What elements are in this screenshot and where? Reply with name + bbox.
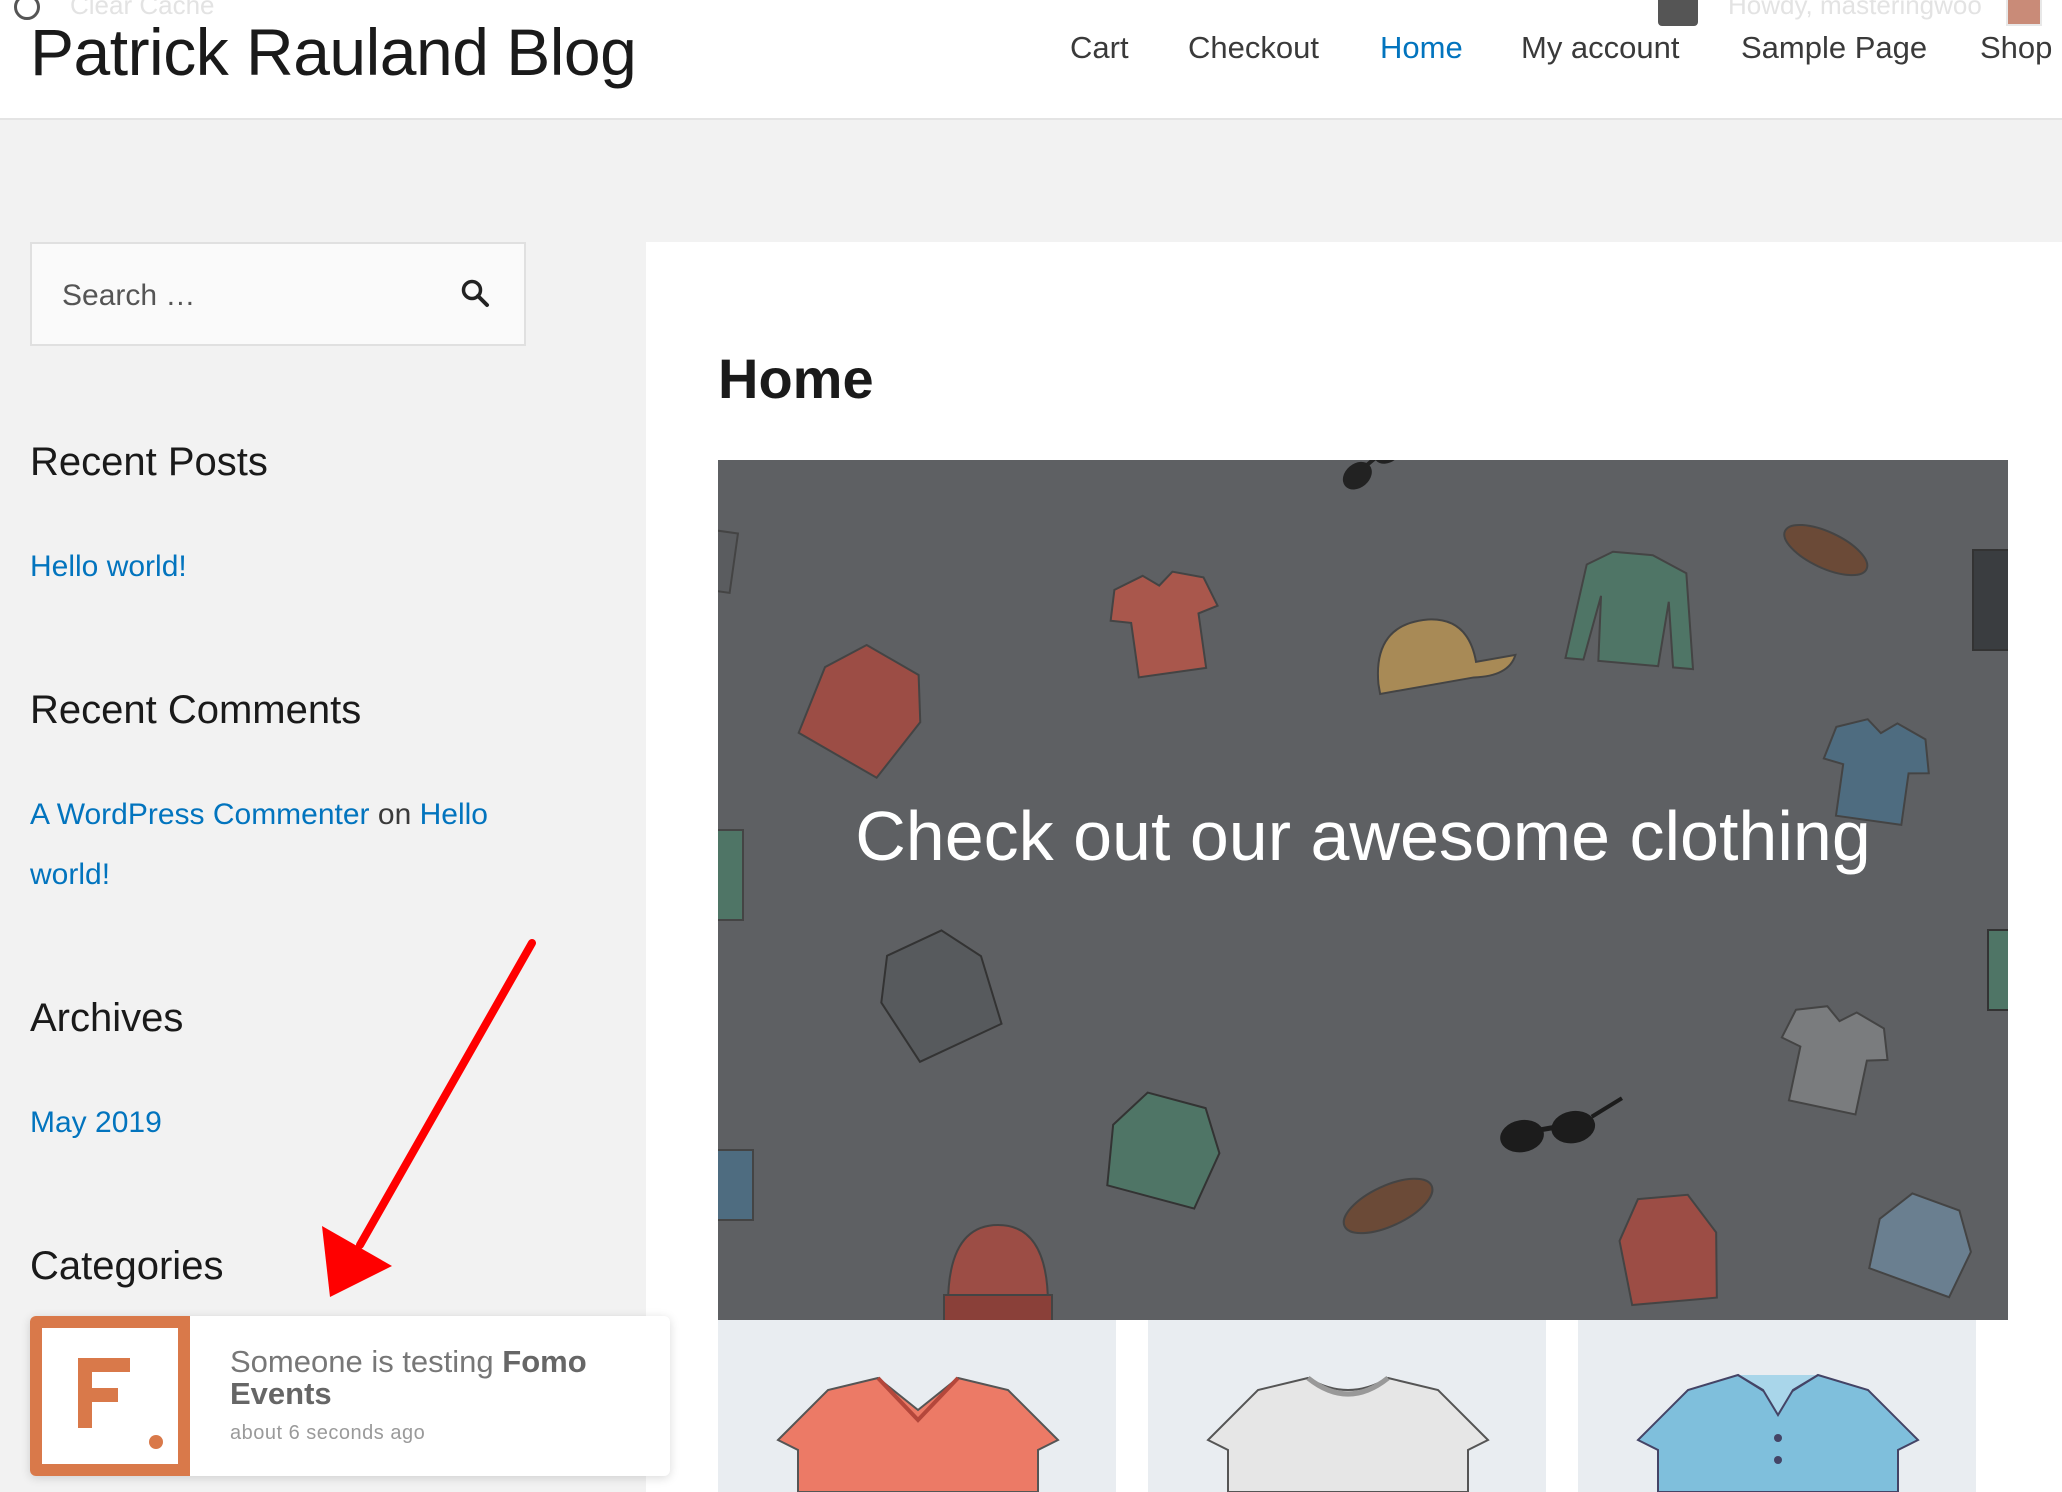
cap-illustration <box>1376 618 1517 696</box>
comment-post-link-continued[interactable]: world! <box>30 858 110 892</box>
hoodie-illustration <box>1618 1193 1718 1307</box>
product-card[interactable] <box>1148 1320 1546 1492</box>
product-card[interactable] <box>718 1320 1116 1492</box>
longsleeve-illustration <box>1564 550 1695 671</box>
hero-heading: Check out our awesome clothing <box>855 797 1871 875</box>
nav-checkout[interactable]: Checkout <box>1188 30 1319 66</box>
site-header: Clear Cache Patrick Rauland Blog Howdy, … <box>0 0 2062 120</box>
categories-title: Categories <box>30 1244 224 1288</box>
clothing-pattern <box>718 460 2008 1320</box>
notification-message-prefix: Someone is testing <box>230 1344 494 1379</box>
comment-author-link[interactable]: A WordPress Commenter <box>30 798 370 831</box>
tshirt-icon <box>1206 1376 1490 1492</box>
primary-nav: Cart Checkout Home My account Sample Pag… <box>0 30 2062 70</box>
hero-banner[interactable]: Check out our awesome clothing <box>718 460 2008 1320</box>
comment-post-link[interactable]: Hello <box>420 798 488 831</box>
search-icon[interactable] <box>456 274 496 314</box>
hoodie-illustration <box>797 643 922 780</box>
fomo-logo <box>30 1316 190 1476</box>
notification-time: about 6 seconds ago <box>230 1422 426 1444</box>
fomo-logo-icon <box>78 1358 163 1449</box>
sunglasses-illustration <box>1500 1096 1624 1153</box>
tshirt-illustration <box>1109 570 1219 679</box>
comment-icon[interactable] <box>1658 0 1698 26</box>
page-title: Home <box>718 347 874 410</box>
tshirt-illustration <box>1780 1005 1889 1116</box>
nav-cart[interactable]: Cart <box>1070 30 1129 66</box>
jacket-illustration <box>1868 1192 1972 1299</box>
archive-link[interactable]: May 2019 <box>30 1106 162 1140</box>
comment-connector: on <box>377 798 412 831</box>
avatar[interactable] <box>2006 0 2042 26</box>
search-box <box>30 242 526 346</box>
main-content: Home Check out our awesome clothing <box>646 242 2062 1492</box>
recent-comments-title: Recent Comments <box>30 688 362 732</box>
nav-home[interactable]: Home <box>1380 30 1463 66</box>
archives-title: Archives <box>30 996 184 1040</box>
belt-illustration <box>1783 523 1869 577</box>
recent-posts-title: Recent Posts <box>30 440 268 484</box>
polo-icon <box>1636 1373 1920 1492</box>
search-input[interactable] <box>62 274 442 318</box>
beanie-illustration <box>943 1223 1053 1320</box>
tshirt-icon <box>776 1376 1060 1492</box>
sunglasses-illustration <box>1342 460 1403 490</box>
belt-illustration <box>1342 1177 1434 1235</box>
notification-message: Someone is testing Fomo Events <box>230 1346 650 1410</box>
jacket-illustration <box>1106 1091 1221 1210</box>
howdy-user-link[interactable]: Howdy, masteringwoo <box>1728 0 1982 21</box>
nav-my-account[interactable]: My account <box>1521 30 1680 66</box>
product-card[interactable] <box>1578 1320 1976 1492</box>
recent-post-link[interactable]: Hello world! <box>30 550 187 584</box>
hoodie-illustration <box>880 929 1003 1064</box>
nav-shop[interactable]: Shop <box>1980 30 2052 66</box>
recent-comment: A WordPress Commenter on Hello <box>30 798 488 832</box>
nav-sample-page[interactable]: Sample Page <box>1741 30 1927 66</box>
fomo-notification[interactable]: Someone is testing Fomo Events about 6 s… <box>30 1316 670 1476</box>
